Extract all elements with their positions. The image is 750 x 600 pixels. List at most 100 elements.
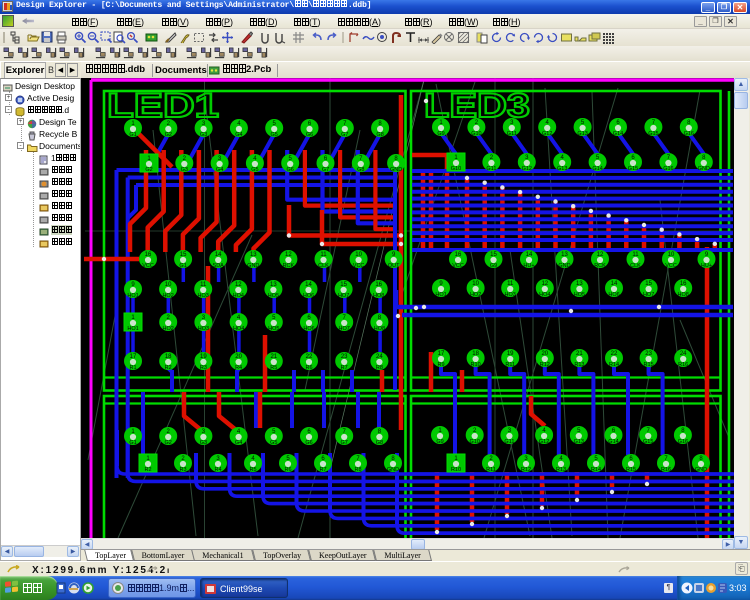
- svg-text:HO5: HO5: [268, 293, 279, 299]
- svg-text:G6: G6: [305, 440, 312, 446]
- svg-text:10: 10: [472, 281, 479, 287]
- svg-text:GND: GND: [387, 467, 399, 473]
- svg-text:VCC: VCC: [452, 263, 464, 269]
- svg-text:SDA: SDA: [213, 263, 225, 269]
- svg-text:R2: R2: [144, 467, 151, 473]
- svg-text:HO3: HO3: [198, 326, 209, 332]
- svg-text:12: 12: [285, 252, 292, 258]
- svg-text:HO8: HO8: [373, 293, 384, 299]
- svg-text:13: 13: [576, 281, 583, 287]
- svg-text:R6: R6: [284, 467, 291, 473]
- svg-text:G7: G7: [341, 440, 348, 446]
- svg-text:G7: G7: [322, 167, 329, 173]
- svg-text:G13: G13: [557, 166, 567, 172]
- svg-text:G10: G10: [471, 131, 481, 137]
- svg-text:G12: G12: [539, 439, 549, 445]
- svg-text:11: 11: [632, 252, 639, 258]
- svg-text:13: 13: [250, 252, 257, 258]
- svg-text:GND: GND: [390, 167, 402, 173]
- svg-text:G16: G16: [678, 439, 688, 445]
- svg-text:R12: R12: [521, 467, 531, 473]
- svg-text:G15: G15: [648, 131, 658, 137]
- svg-text:R1: R1: [129, 365, 136, 371]
- svg-text:OUT: OUT: [388, 263, 400, 269]
- svg-text:G11: G11: [486, 166, 496, 172]
- svg-text:12: 12: [597, 252, 604, 258]
- svg-text:G13: G13: [577, 131, 587, 137]
- svg-text:11: 11: [320, 252, 327, 258]
- svg-text:G14: G14: [608, 439, 618, 445]
- svg-text:HO2: HO2: [163, 326, 174, 332]
- svg-text:G11: G11: [504, 439, 514, 445]
- svg-text:GND: GND: [695, 467, 707, 473]
- svg-text:HO7: HO7: [338, 293, 349, 299]
- svg-text:HO4: HO4: [233, 326, 244, 332]
- svg-text:G3: G3: [200, 132, 207, 138]
- svg-text:R2: R2: [165, 365, 172, 371]
- svg-text:24: 24: [376, 354, 383, 360]
- svg-text:G15: G15: [643, 439, 653, 445]
- svg-text:G16: G16: [663, 166, 673, 172]
- svg-text:23: 23: [341, 354, 348, 360]
- svg-text:R10: R10: [471, 362, 481, 368]
- svg-text:16: 16: [145, 252, 152, 258]
- svg-text:HO5: HO5: [574, 292, 585, 298]
- svg-text:G10: G10: [451, 166, 461, 172]
- svg-text:G5: G5: [271, 132, 278, 138]
- svg-text:G9: G9: [490, 263, 497, 269]
- svg-text:CLK: CLK: [630, 263, 641, 269]
- svg-text:RCK: RCK: [594, 263, 606, 269]
- svg-text:21: 21: [576, 351, 583, 357]
- svg-text:R11: R11: [505, 362, 515, 368]
- svg-text:14: 14: [215, 252, 222, 258]
- svg-text:R12: R12: [540, 362, 550, 368]
- svg-text:GND: GND: [558, 263, 570, 269]
- svg-text:24: 24: [680, 351, 687, 357]
- svg-text:G6: G6: [306, 132, 313, 138]
- svg-text:G14: G14: [613, 131, 623, 137]
- svg-text:HO6: HO6: [608, 292, 619, 298]
- svg-text:G12: G12: [542, 131, 552, 137]
- svg-text:13: 13: [270, 282, 277, 288]
- svg-text:20: 20: [235, 354, 242, 360]
- svg-text:VCC: VCC: [353, 263, 365, 269]
- svg-text:HO4: HO4: [539, 292, 550, 298]
- svg-text:11: 11: [200, 282, 207, 288]
- svg-text:G11: G11: [507, 131, 517, 137]
- svg-text:G6: G6: [287, 167, 294, 173]
- svg-text:HO8: HO8: [678, 292, 689, 298]
- svg-text:CLK: CLK: [318, 263, 329, 269]
- svg-text:10: 10: [668, 252, 675, 258]
- svg-text:12: 12: [541, 281, 548, 287]
- svg-text:R4: R4: [214, 467, 221, 473]
- svg-text:19: 19: [200, 354, 207, 360]
- svg-text:HO1: HO1: [127, 326, 138, 332]
- svg-text:VCC: VCC: [665, 263, 677, 269]
- svg-text:G5: G5: [270, 440, 277, 446]
- svg-text:13: 13: [561, 252, 568, 258]
- svg-text:12: 12: [235, 282, 242, 288]
- svg-text:G1: G1: [179, 263, 186, 269]
- svg-text:16: 16: [375, 282, 382, 288]
- svg-text:R8: R8: [354, 467, 361, 473]
- svg-text:HO3: HO3: [198, 293, 209, 299]
- svg-text:R7: R7: [341, 365, 348, 371]
- svg-text:R14: R14: [609, 362, 619, 368]
- svg-text:21: 21: [270, 354, 277, 360]
- svg-text:VCC: VCC: [142, 263, 154, 269]
- svg-text:G4: G4: [235, 132, 242, 138]
- svg-text:G7: G7: [341, 132, 348, 138]
- svg-text:R13: R13: [556, 467, 566, 473]
- svg-text:14: 14: [611, 281, 618, 287]
- svg-text:G8: G8: [357, 167, 364, 173]
- svg-text:HO1: HO1: [435, 292, 446, 298]
- svg-text:R3: R3: [179, 467, 186, 473]
- svg-text:G10: G10: [469, 439, 479, 445]
- svg-text:R16: R16: [678, 362, 688, 368]
- svg-text:HO2: HO2: [470, 292, 481, 298]
- svg-text:G3: G3: [181, 167, 188, 173]
- svg-text:G13: G13: [574, 439, 584, 445]
- svg-text:20: 20: [541, 351, 548, 357]
- svg-text:G3: G3: [200, 440, 207, 446]
- svg-text:16: 16: [680, 281, 687, 287]
